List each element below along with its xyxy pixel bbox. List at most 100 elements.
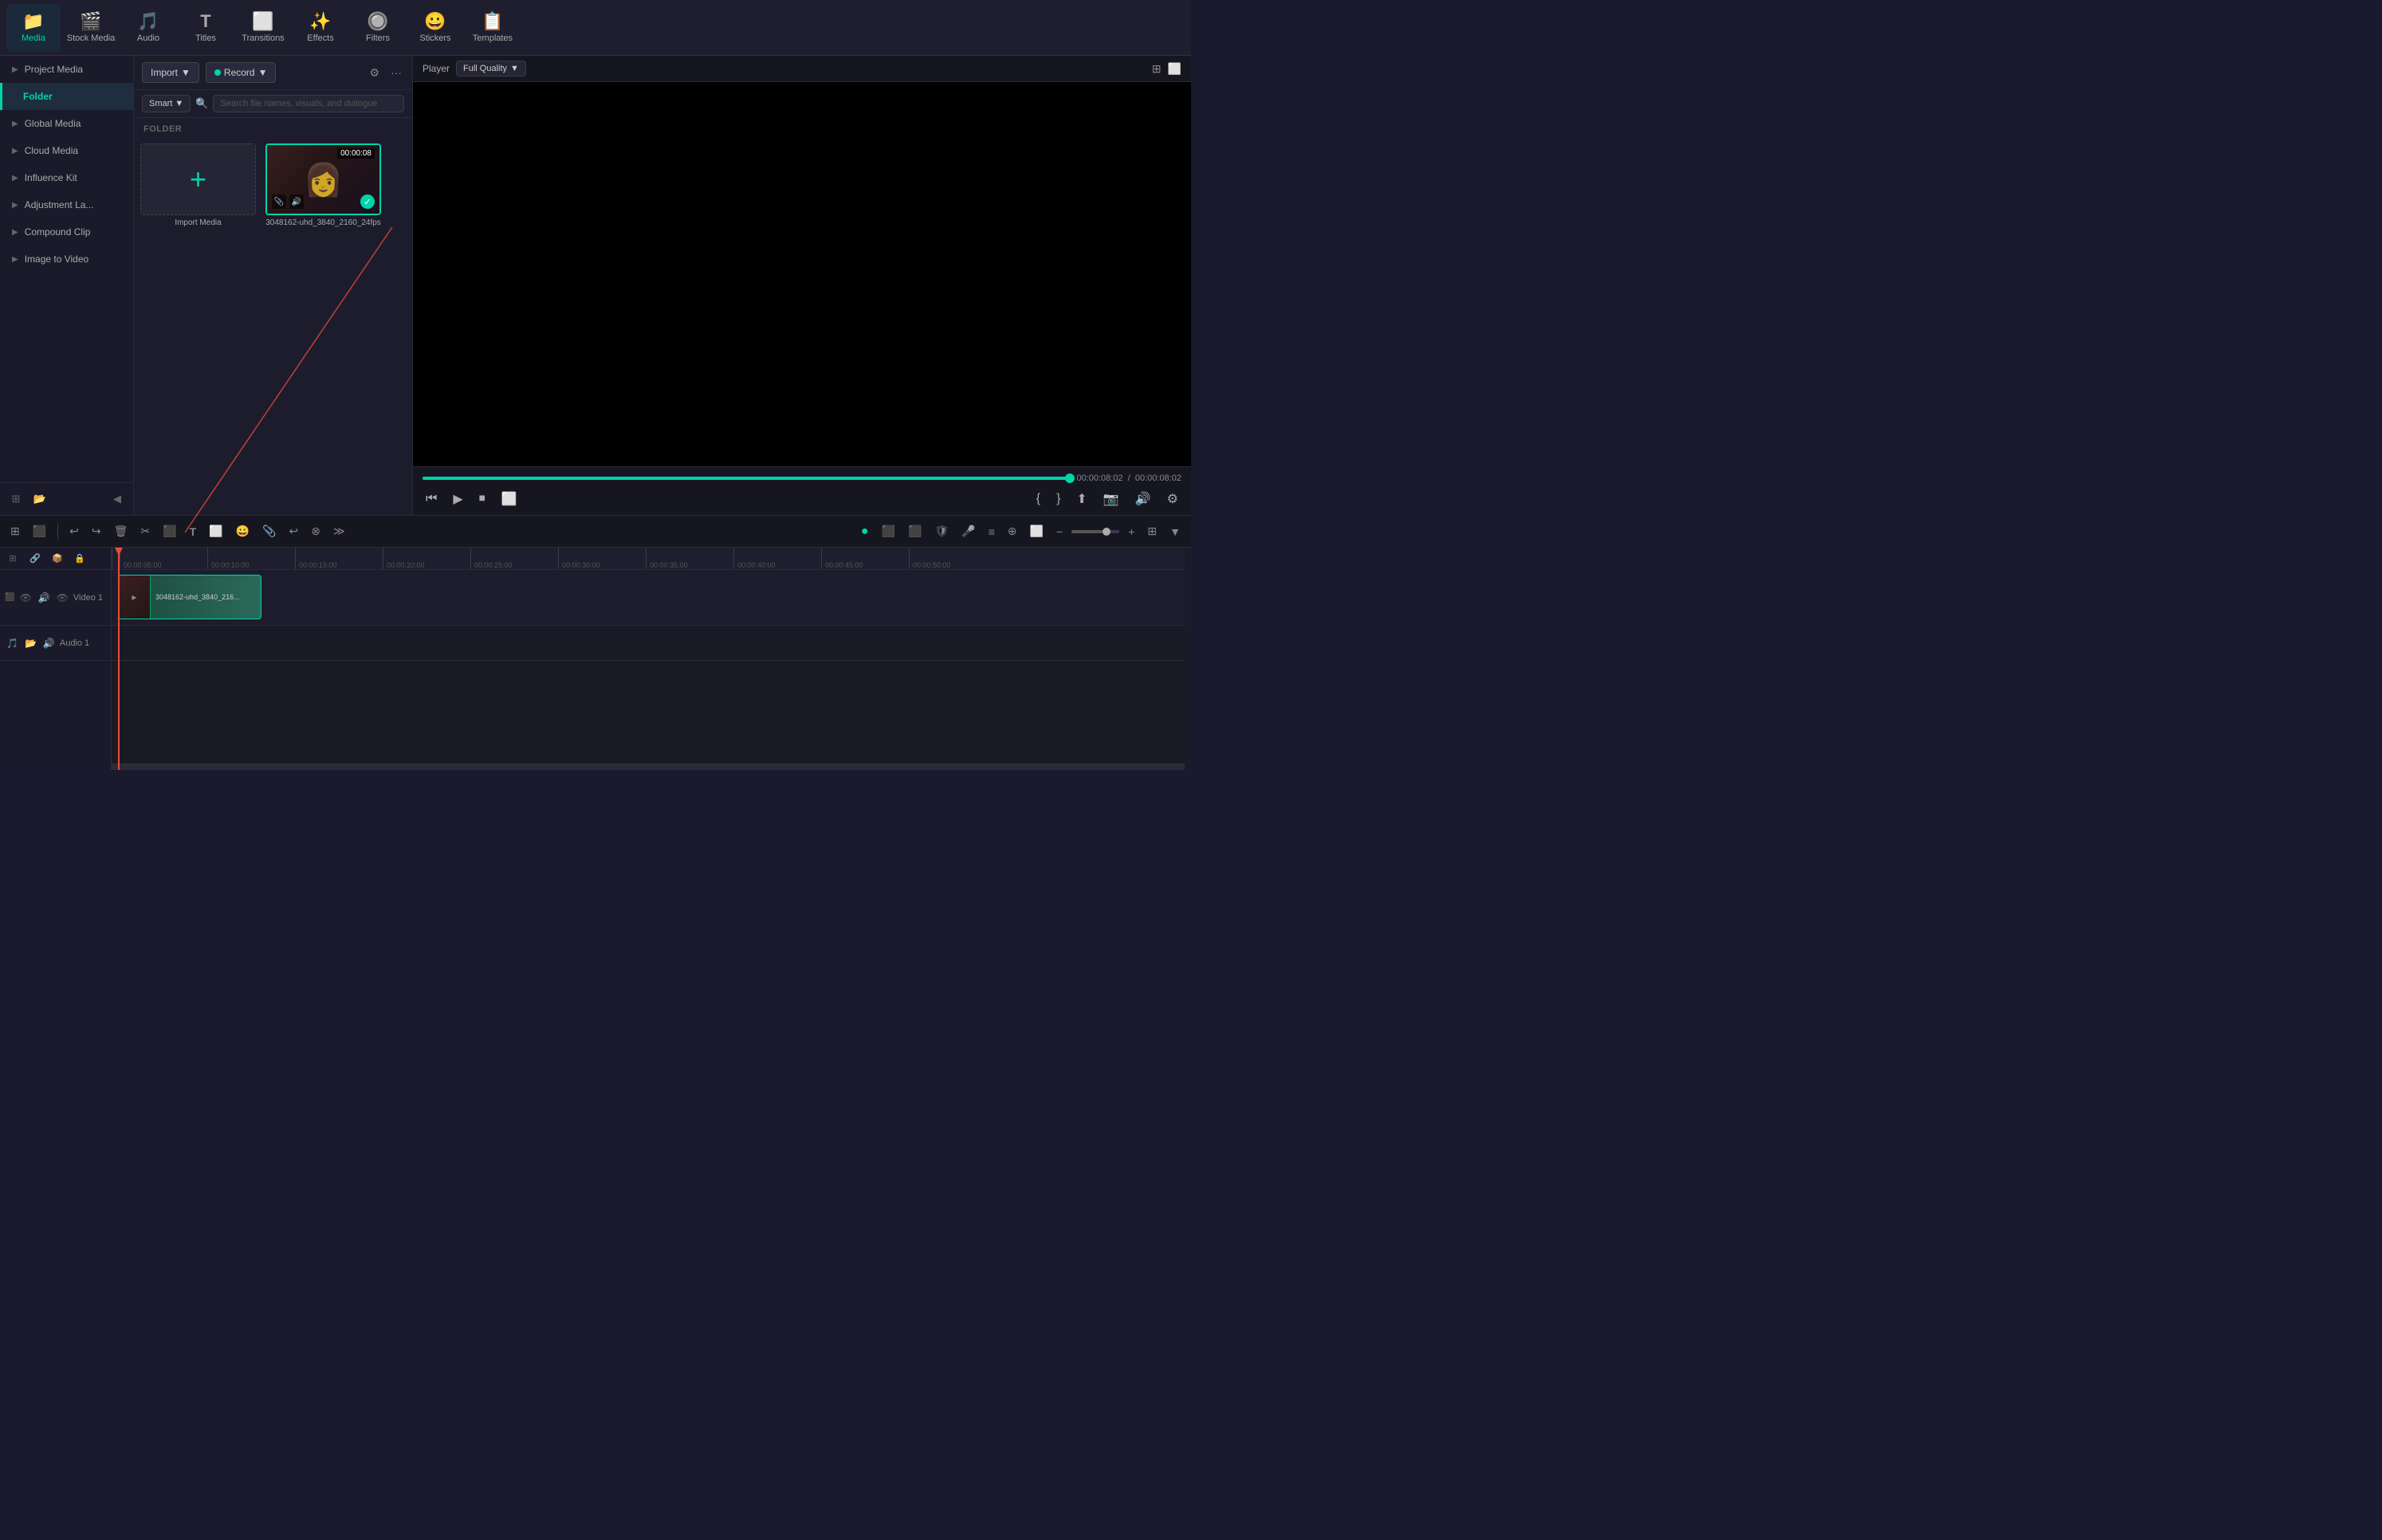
sidebar-item-image-to-video[interactable]: ▶ Image to Video (0, 246, 133, 273)
grid-view-icon[interactable]: ⊞ (1152, 62, 1162, 76)
tl-green-circle-btn[interactable]: ● (857, 522, 873, 541)
tl-clip-btn[interactable]: 📎 (258, 522, 280, 540)
tl-mic-btn[interactable]: 🎤 (957, 522, 979, 540)
smart-dropdown[interactable]: Smart ▼ (142, 95, 191, 112)
toolbar-stock-media[interactable]: 🎬 Stock Media (64, 4, 118, 52)
audio-track-vol-btn[interactable]: 🔊 (41, 636, 57, 650)
video-track-lock-btn[interactable]: 🔊 (37, 591, 52, 605)
bracket-close-button[interactable]: } (1053, 489, 1063, 509)
toolbar-audio[interactable]: 🎵 Audio (121, 4, 175, 52)
expand-view-icon[interactable]: ⬜ (1168, 62, 1181, 76)
thumb-icons: 📎 🔊 (272, 194, 304, 209)
group-track-btn[interactable]: 📦 (48, 549, 67, 568)
progress-track[interactable] (423, 477, 1070, 480)
audio-ctrl-button[interactable]: 🔊 (1132, 489, 1154, 509)
timeline-right: 00:00:05:00 00:00:10:00 00:00:15:00 00:0… (112, 548, 1185, 770)
link-track-btn[interactable]: 🔗 (26, 549, 45, 568)
sidebar-item-folder[interactable]: Folder (0, 83, 133, 110)
fullscreen-button[interactable]: ⬜ (498, 489, 521, 509)
lock-track-btn[interactable]: 🔒 (70, 549, 89, 568)
export-button[interactable]: ⬆ (1073, 489, 1090, 509)
add-track-btn[interactable]: ⊞ (3, 549, 22, 568)
toolbar-media[interactable]: 📁 Media (6, 4, 61, 52)
skip-back-button[interactable]: ⏮ (423, 490, 440, 508)
sidebar-item-influence-kit[interactable]: ▶ Influence Kit (0, 164, 133, 191)
sidebar-item-adjustment-layer[interactable]: ▶ Adjustment La... (0, 191, 133, 218)
tl-text-btn[interactable]: T (186, 523, 201, 540)
toolbar-transitions[interactable]: ⬜ Transitions (236, 4, 290, 52)
sidebar-item-project-media[interactable]: ▶ Project Media (0, 56, 133, 83)
progress-thumb (1065, 473, 1075, 483)
search-input[interactable] (213, 95, 404, 112)
tl-screen2-btn[interactable]: ⬛ (904, 522, 926, 540)
tl-plus-zoom-btn[interactable]: + (1124, 523, 1138, 540)
player-header: Player Full Quality ▼ ⊞ ⬜ (413, 56, 1191, 82)
tl-list-btn[interactable]: ≡ (985, 523, 999, 540)
total-time-value: 00:00:08:02 (1135, 473, 1181, 483)
tl-more-btn[interactable]: ≫ (329, 522, 349, 540)
audio-track-note-btn[interactable]: 🎵 (5, 636, 20, 650)
sidebar-folder-btn[interactable]: 📂 (30, 489, 49, 509)
record-button[interactable]: Record ▼ (206, 62, 277, 83)
import-button[interactable]: Import ▼ (142, 62, 199, 83)
toolbar-effects[interactable]: ✨ Effects (293, 4, 348, 52)
tl-minus-zoom-btn[interactable]: − (1052, 523, 1067, 540)
toolbar-filters-label: Filters (366, 33, 390, 43)
video-media-item[interactable]: 00:00:08 📎 🔊 ✓ 3048162-uhd_3840_2160_24f… (265, 143, 381, 509)
toolbar-titles[interactable]: T Titles (179, 4, 233, 52)
camera-button[interactable]: 📷 (1100, 489, 1122, 509)
tl-undo-btn[interactable]: ↩ (65, 522, 83, 540)
sidebar-collapse-btn[interactable]: ◀ (108, 489, 127, 509)
tl-cut-btn[interactable]: ✂ (136, 522, 154, 540)
tl-shield-btn[interactable]: 🛡 (930, 522, 953, 540)
play-button[interactable]: ▶ (450, 489, 466, 509)
filter-button[interactable]: ⚙ (367, 64, 382, 82)
stop-button[interactable]: ⏹ (476, 490, 489, 508)
toolbar-templates[interactable]: 📋 Templates (466, 4, 520, 52)
ruler-mark-1: 00:00:05:00 (120, 548, 207, 569)
tl-down-btn[interactable]: ▼ (1165, 523, 1185, 540)
tl-grid-btn[interactable]: ⊞ (6, 522, 24, 540)
tl-delete-btn[interactable]: 🗑 (110, 522, 132, 540)
toolbar-stickers[interactable]: 😀 Stickers (408, 4, 462, 52)
import-media-item[interactable]: + Import Media (140, 143, 256, 509)
timeline-scrollbar[interactable] (112, 764, 1185, 770)
sidebar-item-compound-clip[interactable]: ▶ Compound Clip (0, 218, 133, 246)
tl-sticker-btn[interactable]: 😀 (232, 522, 254, 540)
tl-grid2-btn[interactable]: ⊞ (1143, 522, 1161, 540)
audio-track-folder-btn[interactable]: 📂 (23, 636, 38, 650)
quality-dropdown[interactable]: Full Quality ▼ (456, 61, 526, 77)
sidebar-item-cloud-media[interactable]: ▶ Cloud Media (0, 137, 133, 164)
sidebar-new-btn[interactable]: ⊞ (6, 489, 26, 509)
more-button[interactable]: ··· (388, 64, 404, 81)
settings-button[interactable]: ⚙ (1164, 489, 1181, 509)
tl-box-btn[interactable]: ⬜ (1026, 522, 1048, 540)
ruler-mark-6: 00:00:30:00 (558, 548, 646, 569)
tl-audio-btn[interactable]: ↩ (285, 522, 302, 540)
top-toolbar: 📁 Media 🎬 Stock Media 🎵 Audio T Titles ⬜… (0, 0, 1191, 56)
tl-magnet-btn[interactable]: ⬛ (29, 522, 50, 540)
tl-transform-btn[interactable]: ⬜ (205, 522, 226, 540)
player-controls: 00:00:08:02 / 00:00:08:02 ⏮ ▶ ⏹ ⬜ { } ⬆ … (413, 466, 1191, 515)
toolbar-filters[interactable]: 🔘 Filters (351, 4, 405, 52)
tl-redo-btn[interactable]: ↪ (88, 522, 105, 540)
thumb-clip-icon[interactable]: 📎 (272, 194, 286, 209)
video-track-eye2-btn[interactable]: 👁 (55, 591, 70, 605)
video-track-eye-btn[interactable]: 👁 (18, 591, 33, 605)
import-media-label: Import Media (175, 218, 221, 227)
timeline-resize-handle[interactable] (1185, 548, 1191, 770)
video-clip[interactable]: ▶ 3048162-uhd_3840_216... (118, 575, 261, 619)
tl-crop-btn[interactable]: ⬛ (159, 522, 180, 540)
zoom-track[interactable] (1071, 530, 1119, 533)
sidebar-item-global-media[interactable]: ▶ Global Media (0, 110, 133, 137)
tl-ripple-btn[interactable]: ⊗ (307, 522, 324, 540)
transitions-icon: ⬜ (252, 13, 273, 30)
import-dropdown-icon: ▼ (181, 67, 191, 78)
bracket-open-button[interactable]: { (1033, 489, 1044, 509)
toolbar-audio-label: Audio (137, 33, 159, 43)
tl-screen-btn[interactable]: ⬛ (878, 522, 899, 540)
main-content: ▶ Project Media Folder ▶ Global Media ▶ … (0, 56, 1191, 515)
expand-icon-image: ▶ (12, 255, 18, 264)
tl-layers-btn[interactable]: ⊕ (1004, 522, 1021, 540)
thumb-audio-icon[interactable]: 🔊 (289, 194, 304, 209)
